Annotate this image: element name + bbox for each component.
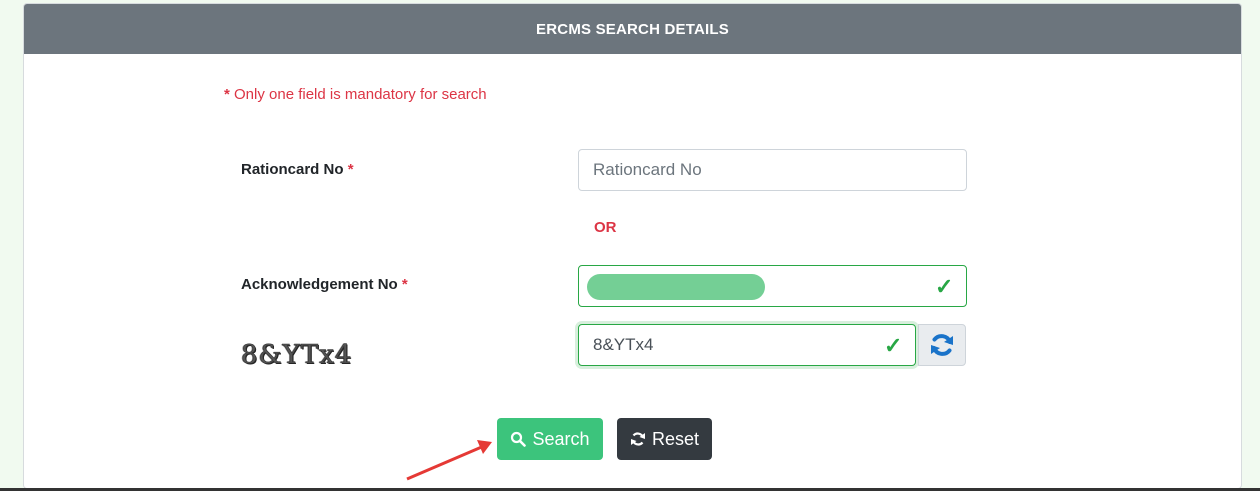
reset-button[interactable]: Reset [617,418,712,460]
search-card: ERCMS SEARCH DETAILS * Only one field is… [23,3,1242,489]
captcha-refresh-button[interactable] [918,324,966,366]
note-star: * [224,86,230,103]
reset-icon [630,432,645,446]
rationcard-label: Rationcard No * [241,161,354,178]
required-mark: * [401,276,408,293]
annotation-arrow [406,440,492,481]
mandatory-note: * Only one field is mandatory for search [224,86,487,103]
acknowledgement-label: Acknowledgement No * [241,276,408,293]
rationcard-label-text: Rationcard No [241,161,344,178]
card-header: ERCMS SEARCH DETAILS [24,4,1241,54]
required-mark: * [347,161,354,178]
captcha-image: 8&YTx4 [241,340,353,371]
search-icon [511,431,527,447]
check-icon: ✓ [884,333,903,358]
captcha-input[interactable] [578,324,916,366]
card-title: ERCMS SEARCH DETAILS [536,20,729,38]
search-button-label: Search [532,428,590,449]
rationcard-input[interactable] [578,149,967,191]
search-button[interactable]: Search [497,418,603,460]
redacted-value [587,274,765,300]
acknowledgement-label-text: Acknowledgement No [241,276,398,293]
refresh-icon [931,334,953,356]
reset-button-label: Reset [651,428,700,449]
note-text: Only one field is mandatory for search [234,86,487,103]
or-separator: OR [594,219,617,236]
check-icon: ✓ [935,274,954,299]
